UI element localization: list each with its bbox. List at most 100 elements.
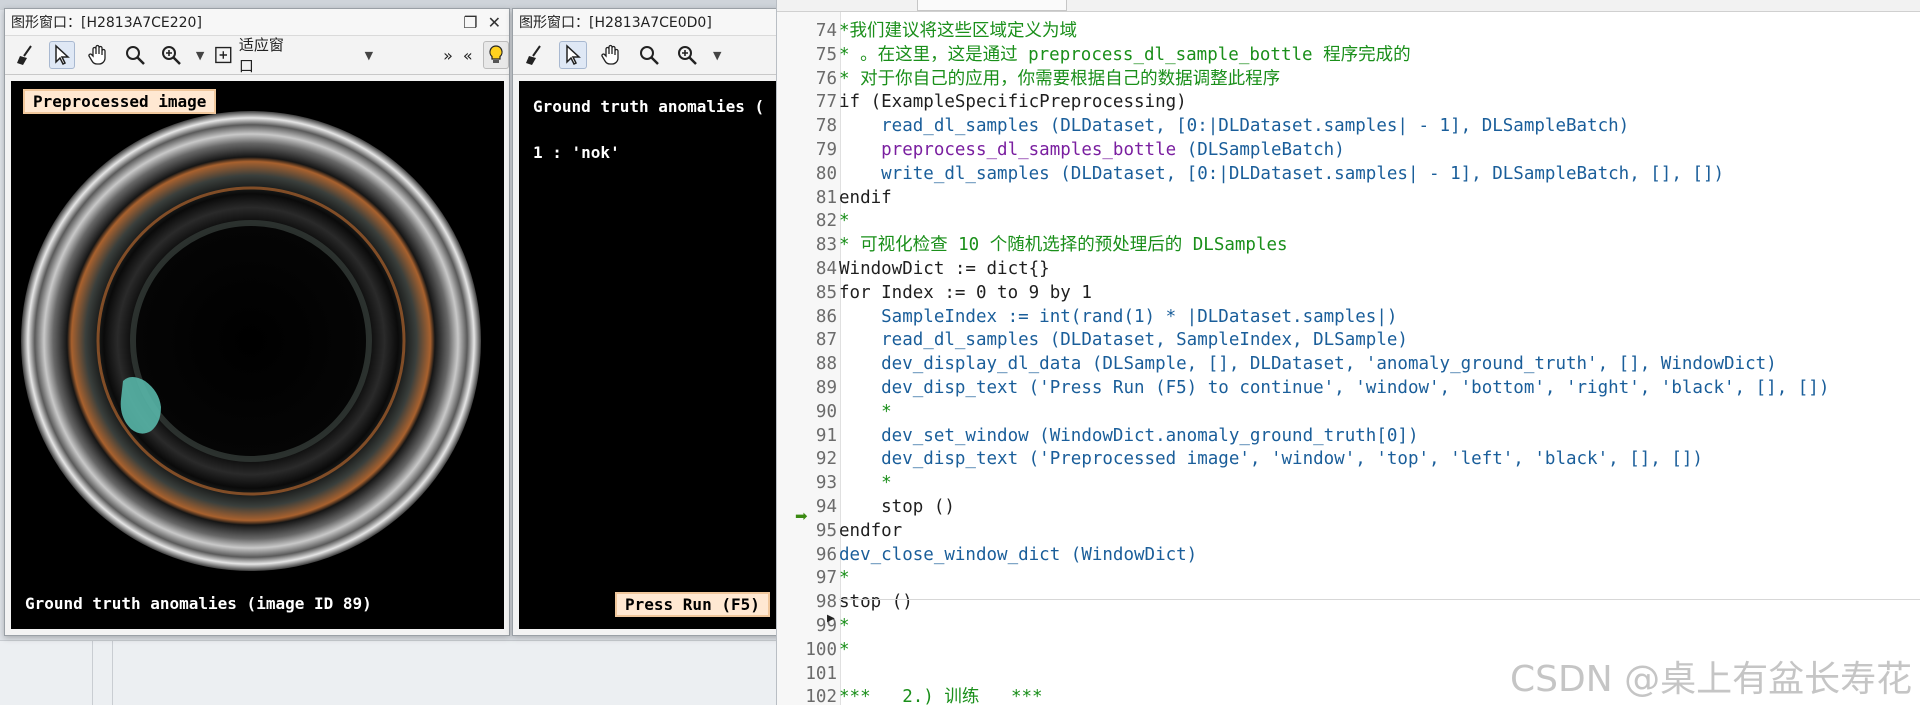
- code-line[interactable]: 87 read_dl_samples (DLDataset, SampleInd…: [777, 328, 1920, 352]
- code-segment: *** 2.) 训练 ***: [839, 687, 1043, 705]
- line-number: 90: [815, 401, 837, 422]
- code-text: *: [839, 400, 892, 424]
- fit-window-label: 适应窗口: [238, 36, 284, 75]
- window-titlebar[interactable]: 图形窗口：[H2813A7CE0D0]: [513, 9, 781, 35]
- zoom-in-icon[interactable]: [158, 41, 184, 69]
- code-segment: write_dl_samples (DLDataset, [0:|DLDatas…: [839, 163, 1725, 184]
- code-line[interactable]: 98 stop (): [777, 590, 1920, 614]
- code-text: endfor: [839, 519, 902, 543]
- line-number: 75: [815, 44, 837, 65]
- code-line[interactable]: 99 *: [777, 614, 1920, 638]
- line-number: 97: [815, 568, 837, 589]
- overflow-icon[interactable]: »: [443, 46, 453, 65]
- screen: 图形窗口：[H2813A7CE220] ❐ ✕ ▼ 适应窗口 ▼ » « Pre…: [0, 0, 1920, 705]
- code-segment: *我们建议将这些区域定义为域: [839, 21, 1078, 41]
- fit-window-button[interactable]: 适应窗口: [214, 34, 294, 76]
- code-line[interactable]: 85 for Index := 0 to 9 by 1: [777, 281, 1920, 305]
- program-counter-arrow-icon: ➡: [795, 507, 808, 525]
- pan-hand-icon[interactable]: [85, 41, 111, 69]
- magnifier-icon[interactable]: [122, 41, 148, 69]
- code-line[interactable]: 95 endfor: [777, 519, 1920, 543]
- clear-broom-icon[interactable]: [13, 41, 39, 69]
- code-line[interactable]: 94 stop (): [777, 495, 1920, 519]
- code-line[interactable]: 97 *: [777, 566, 1920, 590]
- fit-window-icon: [215, 46, 232, 64]
- code-text: stop (): [839, 590, 913, 614]
- line-number: 98: [815, 592, 837, 613]
- line-number: 88: [815, 354, 837, 375]
- line-number: 82: [815, 211, 837, 232]
- zoom-dropdown-icon[interactable]: ▼: [196, 49, 204, 62]
- code-segment: *: [839, 639, 850, 660]
- code-segment: for Index := 0 to 9 by 1: [839, 282, 1092, 303]
- program-editor[interactable]: 74 *我们建议将这些区域定义为域 75 * 。在这里，这是通过 preprocess…: [776, 0, 1920, 705]
- line-number: 78: [815, 116, 837, 137]
- code-text: read_dl_samples (DLDataset, SampleIndex,…: [839, 328, 1408, 352]
- restore-icon[interactable]: ❐: [463, 13, 477, 32]
- code-line[interactable]: 79 preprocess_dl_samples_bottle (DLSampl…: [777, 138, 1920, 162]
- code-line[interactable]: 84 WindowDict := dict{}: [777, 257, 1920, 281]
- code-text: SampleIndex := int(rand(1) * |DLDataset.…: [839, 305, 1397, 329]
- line-number: 79: [815, 140, 837, 160]
- code-line[interactable]: 86 SampleIndex := int(rand(1) * |DLDatas…: [777, 305, 1920, 329]
- code-line[interactable]: 96 dev_close_window_dict (WindowDict): [777, 543, 1920, 567]
- code-line[interactable]: 91 dev_set_window (WindowDict.anomaly_gr…: [777, 424, 1920, 448]
- code-text: write_dl_samples (DLDataset, [0:|DLDatas…: [839, 162, 1724, 186]
- code-text: read_dl_samples (DLDataset, [0:|DLDatase…: [839, 114, 1629, 138]
- watermark: CSDN @桌上有盆长寿花: [1510, 659, 1913, 700]
- code-line[interactable]: 90 *: [777, 400, 1920, 424]
- clear-broom-icon[interactable]: [521, 41, 549, 69]
- graphics-toolbar: ▼: [513, 35, 781, 75]
- code-line[interactable]: 81 endif: [777, 186, 1920, 210]
- code-segment: endfor: [839, 520, 903, 541]
- pan-hand-icon[interactable]: [597, 41, 625, 69]
- code-line[interactable]: 78 read_dl_samples (DLDataset, [0:|DLDat…: [777, 114, 1920, 138]
- code-text: *: [839, 471, 892, 495]
- code-segment: * 可视化检查 10 个随机选择的预处理后的 DLSamples: [839, 235, 1288, 256]
- code-line[interactable]: 93 *: [777, 471, 1920, 495]
- window-title: 图形窗口：[H2813A7CE0D0]: [519, 15, 712, 31]
- line-number: 91: [815, 425, 837, 446]
- line-number: 80: [815, 163, 837, 184]
- zoom-in-icon[interactable]: [673, 41, 701, 69]
- code-text: *: [839, 638, 850, 662]
- code-segment: * 。在这里，这是通过 preprocess_dl_sample_bottle …: [839, 44, 1411, 65]
- code-line[interactable]: 88 dev_display_dl_data (DLSample, [], DL…: [777, 352, 1920, 376]
- code-line[interactable]: 76 * 对于你自己的应用，你需要根据自己的数据调整此程序: [777, 67, 1920, 91]
- code-line[interactable]: 75 * 。在这里，这是通过 preprocess_dl_sample_bottl…: [777, 43, 1920, 67]
- code-segment: SampleIndex := int(rand(1) * |DLDataset.…: [839, 306, 1398, 327]
- window-controls: ❐ ✕: [463, 13, 509, 32]
- image-canvas[interactable]: Preprocessed image Ground truth anomalie…: [11, 81, 504, 629]
- code-segment: WindowDict := dict{}: [839, 259, 1050, 279]
- code-text: * 对于你自己的应用，你需要根据自己的数据调整此程序: [839, 67, 1280, 91]
- code-segment: stop (): [839, 497, 955, 517]
- code-text: preprocess_dl_samples_bottle (DLSampleBa…: [839, 138, 1345, 162]
- code-line[interactable]: 77 if (ExampleSpecificPreprocessing): [777, 90, 1920, 114]
- code-line[interactable]: 83 * 可视化检查 10 个随机选择的预处理后的 DLSamples: [777, 233, 1920, 257]
- code-line[interactable]: 74 *我们建议将这些区域定义为域: [777, 19, 1920, 43]
- window-titlebar[interactable]: 图形窗口：[H2813A7CE220] ❐ ✕: [5, 9, 509, 35]
- code-line[interactable]: 80 write_dl_samples (DLDataset, [0:|DLDa…: [777, 162, 1920, 186]
- zoom-dropdown-icon[interactable]: ▼: [713, 49, 721, 62]
- line-number: 77: [815, 92, 837, 113]
- code-segment: endif: [839, 187, 892, 208]
- code-segment: *: [839, 401, 892, 422]
- pointer-icon[interactable]: [49, 41, 76, 69]
- image-canvas[interactable]: Ground truth anomalies ( 1 : 'nok' Press…: [519, 81, 781, 629]
- collapse-icon[interactable]: «: [463, 46, 473, 65]
- line-number: 84: [815, 259, 837, 279]
- close-icon[interactable]: ✕: [488, 13, 501, 32]
- line-number: 83: [815, 235, 837, 256]
- code-segment: dev_display_dl_data (DLSample, [], DLDat…: [839, 354, 1777, 375]
- magnifier-icon[interactable]: [635, 41, 663, 69]
- code-text: dev_set_window (WindowDict.anomaly_groun…: [839, 424, 1418, 448]
- editor-tab[interactable]: [917, 0, 1067, 11]
- fit-dropdown-icon[interactable]: ▼: [365, 49, 373, 62]
- line-number: 76: [815, 68, 837, 89]
- code-line[interactable]: 92 dev_disp_text ('Preprocessed image', …: [777, 447, 1920, 471]
- graphics-window-left: 图形窗口：[H2813A7CE220] ❐ ✕ ▼ 适应窗口 ▼ » « Pre…: [4, 8, 510, 636]
- code-line[interactable]: 89 dev_disp_text ('Press Run (F5) to con…: [777, 376, 1920, 400]
- pointer-icon[interactable]: [559, 41, 587, 69]
- lightbulb-icon[interactable]: [482, 41, 509, 69]
- code-line[interactable]: 82 *: [777, 209, 1920, 233]
